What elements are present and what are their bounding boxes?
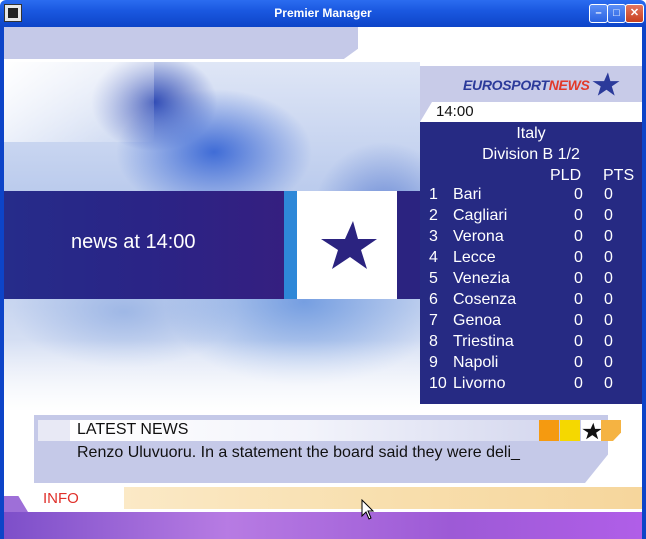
- background-highlight: [4, 62, 154, 142]
- row-team: Napoli: [453, 354, 499, 371]
- row-played: 0: [574, 354, 583, 371]
- column-header-pld: PLD: [550, 167, 582, 184]
- banner-star-box: [297, 191, 397, 299]
- table-row: 4 Lecce 0 0: [420, 249, 642, 270]
- row-position: 6: [429, 291, 438, 308]
- window-frame-right: [642, 27, 646, 539]
- row-team: Cosenza: [453, 291, 517, 308]
- bottom-decor-strip: [4, 512, 642, 539]
- banner-right-block: [397, 191, 420, 299]
- eurosport-logo-news: NEWS: [548, 77, 590, 93]
- row-position: 5: [429, 270, 438, 287]
- row-played: 0: [574, 312, 583, 329]
- league-division: Division B 1/2: [482, 146, 580, 163]
- star-icon: [321, 221, 377, 269]
- news-star-box: [581, 420, 602, 441]
- accent-orange-square: [539, 420, 559, 441]
- column-header-pts: PTS: [603, 167, 635, 184]
- row-played: 0: [574, 186, 583, 203]
- close-button[interactable]: ✕: [625, 4, 644, 23]
- table-row: 6 Cosenza 0 0: [420, 291, 642, 312]
- eurosport-star-icon: [592, 72, 620, 96]
- row-points: 0: [604, 207, 613, 224]
- eurosport-logo-text: EUROSPORT: [463, 77, 549, 93]
- row-team: Venezia: [453, 270, 510, 287]
- row-played: 0: [574, 375, 583, 392]
- row-position: 7: [429, 312, 438, 329]
- window-title: Premier Manager: [274, 6, 372, 20]
- row-points: 0: [604, 333, 613, 350]
- time-strip: 14:00: [420, 102, 642, 122]
- row-points: 0: [604, 270, 613, 287]
- row-position: 8: [429, 333, 438, 350]
- row-points: 0: [604, 186, 613, 203]
- info-ticker: [124, 487, 642, 509]
- row-team: Verona: [453, 228, 504, 245]
- row-points: 0: [604, 375, 613, 392]
- latest-news-title: LATEST NEWS: [77, 421, 189, 438]
- row-position: 1: [429, 186, 438, 203]
- table-row: 8 Triestina 0 0: [420, 333, 642, 354]
- row-team: Bari: [453, 186, 482, 203]
- latest-news-left-block: [38, 420, 70, 441]
- news-headline: news at 14:00: [71, 231, 196, 253]
- row-played: 0: [574, 207, 583, 224]
- accent-yellow-square: [560, 420, 580, 441]
- mouse-cursor-icon: [361, 499, 375, 520]
- table-row: 5 Venezia 0 0: [420, 270, 642, 291]
- table-row: 3 Verona 0 0: [420, 228, 642, 249]
- row-team: Triestina: [453, 333, 514, 350]
- table-row: 10 Livorno 0 0: [420, 375, 642, 396]
- row-played: 0: [574, 249, 583, 266]
- row-position: 10: [429, 375, 447, 392]
- row-position: 9: [429, 354, 438, 371]
- league-country: Italy: [516, 125, 546, 142]
- background-fade: [4, 340, 420, 412]
- table-row: 1 Bari 0 0: [420, 186, 642, 207]
- league-table-panel: Italy Division B 1/2 PLD PTS 1 Bari 0 0 …: [420, 122, 642, 404]
- row-points: 0: [604, 291, 613, 308]
- banner-divider: [284, 191, 297, 299]
- table-row: 2 Cagliari 0 0: [420, 207, 642, 228]
- table-row: 7 Genoa 0 0: [420, 312, 642, 333]
- row-played: 0: [574, 333, 583, 350]
- row-points: 0: [604, 354, 613, 371]
- accent-tab: [601, 420, 621, 441]
- row-played: 0: [574, 270, 583, 287]
- row-position: 2: [429, 207, 438, 224]
- eurosport-header: EUROSPORTNEWS: [420, 66, 642, 102]
- row-points: 0: [604, 312, 613, 329]
- row-played: 0: [574, 291, 583, 308]
- info-label: INFO: [43, 490, 79, 507]
- time-strip-marker: [420, 102, 432, 122]
- window-title-bar[interactable]: Premier Manager – □ ✕: [0, 0, 646, 27]
- maximize-button[interactable]: □: [607, 4, 626, 23]
- row-position: 4: [429, 249, 438, 266]
- row-position: 3: [429, 228, 438, 245]
- star-icon: [582, 422, 602, 440]
- table-row: 9 Napoli 0 0: [420, 354, 642, 375]
- row-points: 0: [604, 228, 613, 245]
- row-team: Genoa: [453, 312, 502, 329]
- news-banner: news at 14:00: [4, 191, 284, 299]
- latest-news-body: Renzo Uluvuoru. In a statement the board…: [77, 444, 520, 461]
- eurosport-logo: EUROSPORTNEWS: [463, 77, 590, 93]
- top-header-tab: [4, 27, 358, 59]
- row-played: 0: [574, 228, 583, 245]
- minimize-button[interactable]: –: [589, 4, 608, 23]
- news-time: 14:00: [436, 103, 474, 120]
- row-team: Lecce: [453, 249, 496, 266]
- row-points: 0: [604, 249, 613, 266]
- row-team: Livorno: [453, 375, 506, 392]
- row-team: Cagliari: [453, 207, 508, 224]
